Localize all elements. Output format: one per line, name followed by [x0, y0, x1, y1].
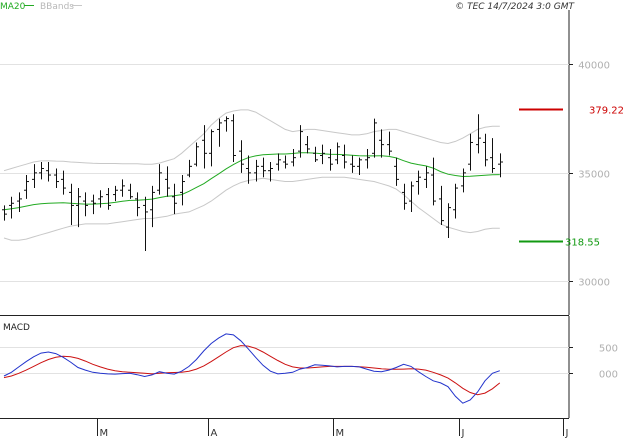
macd-tick-label: 500	[599, 344, 618, 355]
price-tick-label: 30000	[578, 278, 610, 289]
month-label: A	[211, 428, 218, 439]
ohlc-bar	[231, 114, 236, 162]
ohlc-bar	[61, 170, 66, 195]
ohlc-bar	[217, 118, 222, 147]
ohlc-bar	[17, 192, 22, 212]
ohlc-bar	[180, 175, 185, 206]
ohlc-bar	[313, 146, 318, 162]
ohlc-bar	[350, 155, 355, 173]
month-label: M	[100, 428, 109, 439]
ohlc-bar	[254, 159, 259, 182]
ohlc-bar	[143, 196, 148, 252]
support-label: 318.55	[565, 238, 600, 249]
ohlc-bar	[157, 164, 162, 195]
ohlc-bar	[194, 142, 199, 167]
ohlc-bar	[261, 157, 266, 178]
ohlc-bar	[305, 135, 310, 154]
month-label: J	[461, 428, 465, 439]
copyright-timestamp: © TEC 14/7/2024 3:0 GMT	[455, 2, 575, 12]
ohlc-bar	[187, 159, 192, 178]
ohlc-bar	[2, 205, 7, 221]
price-tick-label: 35000	[578, 170, 610, 181]
ohlc-bar	[291, 148, 296, 167]
ohlc-bar	[9, 196, 14, 219]
chart-stage: MA20 BBands © TEC 14/7/2024 3:0 GMT 4000…	[0, 0, 627, 440]
ohlc-bar	[468, 133, 473, 171]
ohlc-bar	[32, 164, 37, 189]
ohlc-bar	[209, 129, 214, 167]
ohlc-bar	[335, 142, 340, 165]
resistance-label: 379.22	[589, 106, 624, 117]
price-gridlines	[0, 64, 569, 282]
ohlc-bar	[113, 185, 118, 202]
ohlc-bar	[461, 168, 466, 193]
macd-y-axis: 500 000	[569, 344, 618, 381]
ohlc-bar	[446, 203, 451, 238]
ohlc-bar	[387, 131, 392, 156]
ohlc-bar	[24, 175, 29, 199]
ohlc-bar	[128, 183, 133, 199]
ohlc-bar	[54, 168, 59, 189]
ohlc-bar	[394, 157, 399, 186]
ohlc-bar	[357, 157, 362, 176]
ohlc-bar	[69, 183, 74, 225]
ohlc-bar	[165, 166, 170, 197]
ohlc-bar	[46, 162, 51, 182]
ohlc-bar	[172, 183, 177, 215]
month-axis: MAMJJ	[97, 418, 569, 439]
ohlc-bar	[416, 170, 421, 195]
ohlc-bar	[379, 129, 384, 158]
ohlc-bar	[342, 144, 347, 169]
ohlc-bar	[246, 155, 251, 184]
month-label: J	[565, 428, 569, 439]
ma-legend-label: MA20	[0, 2, 26, 12]
ohlc-bar	[453, 183, 458, 219]
ohlc-bar	[39, 162, 44, 180]
ohlc-bar	[76, 188, 81, 228]
ohlc-bar	[409, 181, 414, 212]
macd-title: MACD	[3, 323, 30, 333]
ohlc-bar	[239, 140, 244, 173]
ohlc-bar	[283, 155, 288, 169]
ohlc-bar	[120, 179, 125, 197]
ohlc-bar	[490, 138, 495, 173]
month-label: M	[336, 428, 345, 439]
ohlc-bar	[320, 144, 325, 165]
stock-chart: MA20 BBands © TEC 14/7/2024 3:0 GMT 4000…	[0, 2, 624, 439]
ohlc-bar	[276, 153, 281, 171]
ohlc-bar	[328, 148, 333, 171]
macd-tick-label: 000	[599, 370, 618, 381]
macd-lines	[3, 333, 501, 404]
ohlc-bar	[476, 114, 481, 154]
ohlc-bar	[431, 157, 436, 206]
bbands-upper-line	[3, 109, 500, 172]
ohlc-bar	[150, 185, 155, 228]
ohlc-bar	[483, 133, 488, 167]
macd-line	[3, 333, 500, 404]
ohlc-bar	[424, 166, 429, 189]
price-tick-label: 40000	[578, 61, 610, 72]
bbands-legend-label: BBands	[40, 2, 74, 12]
ohlc-bar	[268, 162, 273, 182]
ohlc-bar	[98, 190, 103, 208]
ohlc-bar	[135, 192, 140, 217]
ohlc-bar	[372, 118, 377, 158]
ohlc-bar	[365, 148, 370, 169]
ohlc-bars	[2, 114, 503, 252]
ohlc-bar	[224, 116, 229, 132]
ohlc-bar	[439, 185, 444, 225]
price-y-axis: 40000 35000 30000	[569, 61, 610, 289]
ohlc-bar	[106, 188, 111, 210]
